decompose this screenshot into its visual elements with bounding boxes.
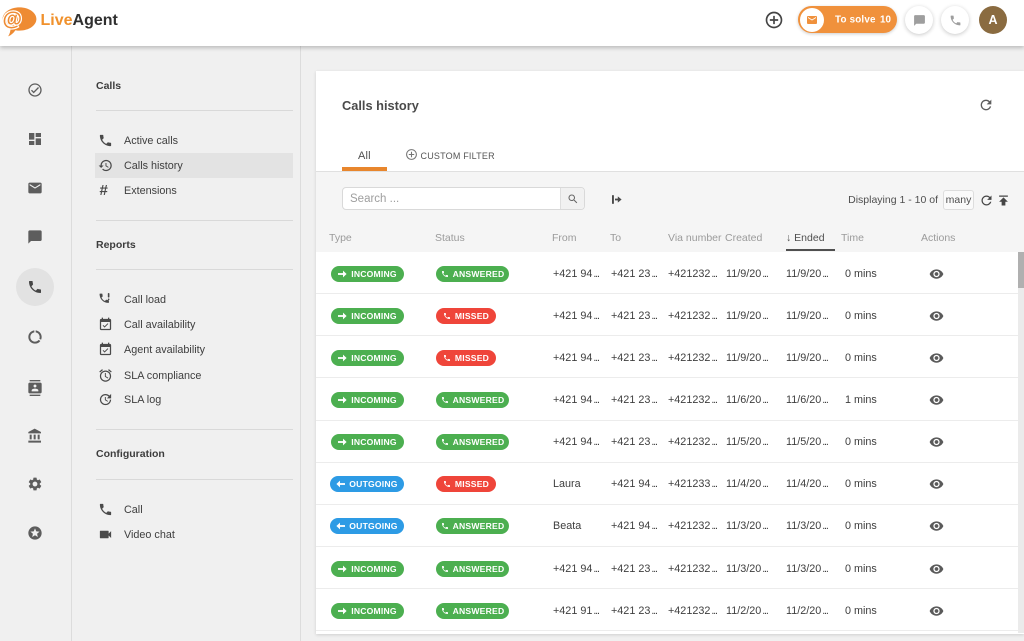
svg-text:@: @ <box>2 9 22 31</box>
svg-text:LiveAgent: LiveAgent <box>41 12 119 29</box>
